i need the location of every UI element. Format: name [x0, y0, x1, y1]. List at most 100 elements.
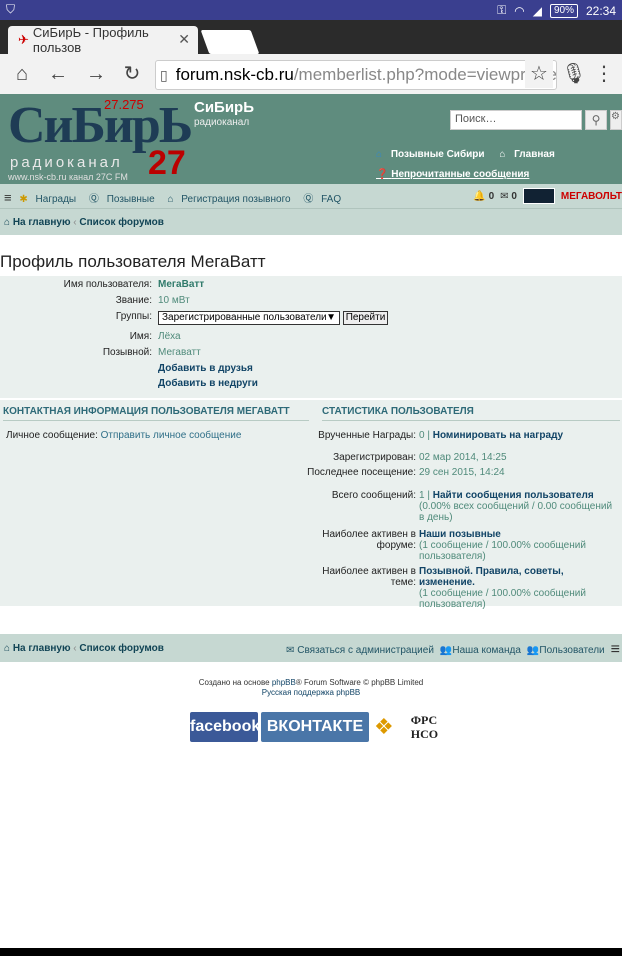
footer-home-link[interactable]: На главную: [13, 643, 71, 654]
nav-register-callsign[interactable]: ⌂ Регистрация позывного: [167, 194, 295, 205]
microphone-icon[interactable]: 🎙: [560, 60, 588, 88]
search-icon[interactable]: ⚲: [585, 110, 607, 130]
emblem-icon[interactable]: ❖: [374, 714, 394, 740]
unread-messages-link[interactable]: ❓ Непрочитанные сообщения: [376, 169, 529, 180]
users-icon: 👥: [439, 644, 453, 656]
breadcrumb-separator: ‹: [73, 643, 77, 654]
awards-label: Врученные Награды:: [318, 430, 416, 441]
breadcrumb-forums[interactable]: Список форумов: [79, 217, 164, 228]
clock: 22:34: [585, 3, 616, 18]
bell-icon: 🔔: [473, 190, 486, 202]
logo-radio: радиоканал: [10, 154, 123, 171]
tab-title: СиБирЬ - Профиль пользов: [32, 25, 149, 55]
phpbb-link[interactable]: phpBB: [272, 678, 296, 687]
posts-label: Всего сообщений:: [331, 490, 416, 501]
facebook-badge[interactable]: facebook: [190, 712, 260, 742]
hamburger-icon[interactable]: ≡: [4, 190, 12, 205]
url-path: /memberlist.php?mode=viewprofile&u=: [293, 65, 556, 84]
avatar[interactable]: [522, 188, 555, 204]
posts-detail: (0.00% всех сообщений / 0.00 сообщений в…: [419, 501, 613, 523]
team-link[interactable]: 👥Наша команда: [440, 645, 521, 656]
active-forum-value: Наши позывные (1 сообщение / 100.00% соо…: [419, 529, 619, 562]
russian-support-link[interactable]: Русская поддержка phpBB: [262, 688, 360, 697]
forward-icon[interactable]: →: [82, 60, 110, 88]
last-visit-value: 29 сен 2015, 14:24: [419, 467, 505, 478]
footer-forums-link[interactable]: Список форумов: [79, 643, 164, 654]
house-icon: ⌂: [499, 149, 506, 160]
search-input[interactable]: Поиск…: [450, 110, 582, 130]
active-forum-detail: (1 сообщение / 100.00% сообщений пользов…: [419, 540, 586, 562]
logo-27: 27: [148, 144, 186, 182]
nav-callsigns[interactable]: Ⓠ Позывные: [89, 194, 160, 205]
profile-details: Имя пользователя: МегаВатт Звание: 10 мВ…: [0, 279, 622, 399]
add-friend-link[interactable]: Добавить в друзья: [158, 363, 253, 374]
find-posts-link[interactable]: Найти сообщения пользователя: [433, 490, 594, 501]
nav-awards[interactable]: ✱ Награды: [19, 194, 81, 205]
callsign-value: Мегаватт: [158, 347, 201, 358]
add-foe-link[interactable]: Добавить в недруги: [158, 378, 258, 389]
logo-url: www.nsk-cb.ru канал 27C FM: [8, 172, 128, 182]
divider: [322, 420, 620, 421]
browser-tab[interactable]: ✈ СиБирЬ - Профиль пользов ✕: [8, 25, 198, 55]
question-icon: Ⓠ: [88, 194, 99, 205]
pm-row: Личное сообщение: Отправить личное сообщ…: [6, 430, 241, 441]
breadcrumb: ⌂ На главную ‹ Список форумов: [0, 208, 622, 235]
messages-button[interactable]: ✉ 0: [500, 191, 517, 202]
name-label: Имя:: [129, 331, 152, 342]
url-domain: forum.nsk-cb.ru: [175, 65, 294, 84]
home-link[interactable]: ⌂ Главная: [499, 149, 561, 160]
posts-value: 1 | Найти сообщения пользователя (0.00% …: [419, 490, 613, 523]
back-icon[interactable]: ←: [44, 60, 72, 88]
star-icon[interactable]: ☆: [525, 60, 553, 88]
site-header: СиБирЬ 27.275 радиоканал www.nsk-cb.ru к…: [0, 94, 622, 184]
nominate-award-link[interactable]: Номинировать на награду: [433, 430, 563, 441]
active-topic-label: Наиболее активен в теме:: [322, 566, 416, 588]
go-button[interactable]: Перейти: [343, 311, 388, 325]
rank-value: 10 мВт: [158, 295, 190, 306]
divider: [3, 420, 309, 421]
awards-value: 0 | Номинировать на награду: [419, 430, 564, 441]
contact-admin-link[interactable]: ✉ Связаться с администрацией: [286, 645, 434, 656]
favicon-icon: ✈: [18, 32, 29, 47]
signal-icon: ◢: [532, 3, 542, 18]
advanced-search-icon[interactable]: ⚙: [610, 110, 622, 130]
send-pm-link[interactable]: Отправить личное сообщение: [101, 430, 242, 441]
wifi-icon: ◠: [514, 3, 525, 18]
users-link[interactable]: 👥Пользователи: [527, 645, 605, 656]
close-icon[interactable]: ✕: [178, 31, 190, 48]
status-bar: ⛉ ⚿ ◠ ◢ 90% 22:34: [0, 0, 622, 20]
notifications-button[interactable]: 🔔 0: [473, 191, 494, 202]
page-title: Профиль пользователя МегаВатт: [0, 252, 266, 271]
groups-select[interactable]: Зарегистрированные пользователи ▼: [158, 311, 340, 325]
contact-heading: КОНТАКТНАЯ ИНФОРМАЦИЯ ПОЛЬЗОВАТЕЛЯ МЕГАВ…: [3, 406, 290, 417]
name-value: Лёха: [158, 331, 181, 342]
breadcrumb-home[interactable]: На главную: [13, 217, 71, 228]
rank-label: Звание:: [115, 295, 152, 306]
callsigns-link[interactable]: ⌂ Позывные Сибири: [376, 149, 493, 160]
reload-icon[interactable]: ↻: [118, 60, 146, 88]
active-topic-link[interactable]: Позывной. Правила, советы, изменение.: [419, 566, 564, 588]
url-field[interactable]: ▯ forum.nsk-cb.ru /memberlist.php?mode=v…: [155, 60, 557, 90]
footer-nav: ⌂ На главную ‹ Список форумов ✉ Связатьс…: [0, 634, 622, 662]
page-icon: ▯: [160, 66, 168, 83]
new-tab-button[interactable]: [200, 30, 260, 54]
hamburger-icon[interactable]: ≡: [611, 641, 620, 659]
menu-icon[interactable]: ⋮: [590, 60, 618, 88]
groups-label: Группы:: [115, 311, 152, 322]
credits: Создано на основе phpBB® Forum Software …: [198, 678, 424, 697]
shield-icon: ⛉: [6, 2, 16, 16]
logo-frequency: 27.275: [104, 97, 144, 112]
tab-bar: ✈ СиБирЬ - Профиль пользов ✕: [0, 20, 622, 55]
nav-faq[interactable]: Ⓠ FAQ: [303, 194, 346, 205]
stats-heading: СТАТИСТИКА ПОЛЬЗОВАТЕЛЯ: [322, 406, 474, 417]
active-topic-value: Позывной. Правила, советы, изменение. (1…: [419, 566, 619, 610]
frs-badge[interactable]: ФРС НСО: [411, 713, 438, 741]
envelope-icon: ✉: [286, 644, 295, 656]
user-menu[interactable]: МЕГАВОЛЬТ: [561, 191, 622, 202]
active-forum-link[interactable]: Наши позывные: [419, 529, 501, 540]
battery-indicator: 90%: [549, 3, 578, 18]
award-icon: ✱: [19, 194, 28, 205]
home-icon[interactable]: ⌂: [8, 60, 36, 88]
vkontakte-badge[interactable]: ВКОНТАКТЕ: [261, 712, 369, 742]
users-icon: 👥: [526, 644, 540, 656]
